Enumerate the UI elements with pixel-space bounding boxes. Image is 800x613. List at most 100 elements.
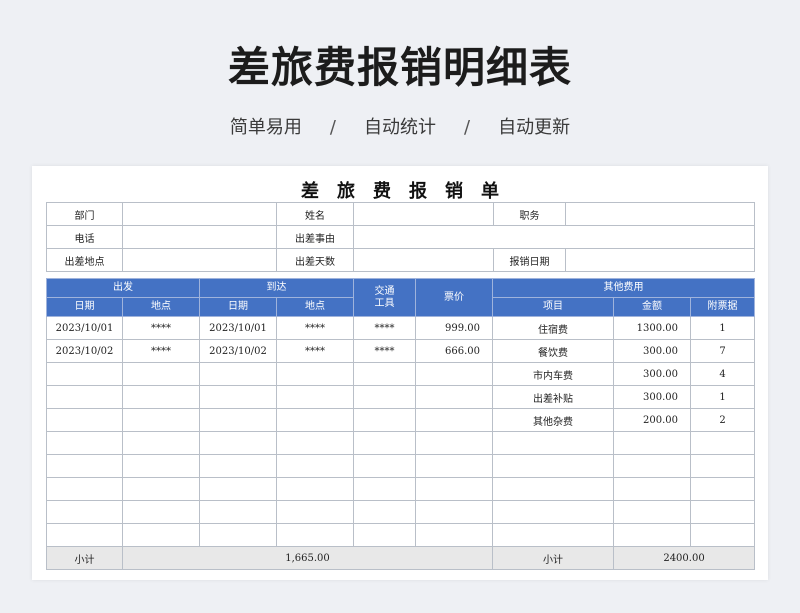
amount-cell[interactable] (613, 431, 691, 455)
arrive-place-cell[interactable] (276, 500, 354, 524)
arrive-date-cell[interactable] (199, 454, 277, 478)
transport-cell[interactable] (353, 523, 416, 547)
amount-cell[interactable]: 300.00 (613, 362, 691, 386)
arrive-date-cell[interactable] (199, 408, 277, 432)
arrive-date-cell[interactable] (199, 362, 277, 386)
arrive-date-cell[interactable] (199, 385, 277, 409)
depart-date-cell[interactable] (46, 385, 123, 409)
depart-place-cell[interactable] (122, 431, 200, 455)
reason-field[interactable] (353, 225, 755, 249)
fare-cell[interactable] (415, 385, 493, 409)
attachments-cell[interactable] (689, 523, 756, 547)
depart-date-cell[interactable] (46, 500, 123, 524)
item-cell[interactable] (492, 454, 614, 478)
transport-cell[interactable] (353, 408, 416, 432)
arrive-place-cell[interactable] (276, 408, 354, 432)
arrive-place-cell[interactable]: **** (276, 316, 354, 340)
arrive-date-cell[interactable] (199, 523, 277, 547)
arrive-date-cell[interactable] (199, 431, 277, 455)
attachments-cell[interactable] (689, 500, 756, 524)
depart-place-cell[interactable] (122, 385, 200, 409)
transport-cell[interactable] (353, 385, 416, 409)
arrive-place-cell[interactable] (276, 477, 354, 501)
amount-cell[interactable] (613, 454, 691, 478)
fare-cell[interactable] (415, 431, 493, 455)
item-cell[interactable] (492, 477, 614, 501)
depart-place-cell[interactable] (122, 477, 200, 501)
amount-cell[interactable]: 300.00 (613, 339, 691, 363)
amount-cell[interactable] (613, 523, 691, 547)
transport-cell[interactable] (353, 362, 416, 386)
arrive-date-cell[interactable] (199, 500, 277, 524)
item-cell[interactable] (492, 500, 614, 524)
attachments-cell[interactable]: 2 (689, 408, 756, 432)
department-field[interactable] (122, 202, 277, 226)
depart-date-cell[interactable]: 2023/10/02 (46, 339, 123, 363)
depart-date-cell[interactable]: 2023/10/01 (46, 316, 123, 340)
amount-cell[interactable]: 1300.00 (613, 316, 691, 340)
amount-cell[interactable] (613, 477, 691, 501)
transport-cell[interactable] (353, 477, 416, 501)
depart-date-cell[interactable] (46, 477, 123, 501)
fare-cell[interactable] (415, 523, 493, 547)
name-field[interactable] (353, 202, 494, 226)
item-cell[interactable] (492, 431, 614, 455)
arrive-date-cell[interactable]: 2023/10/01 (199, 316, 277, 340)
depart-place-cell[interactable]: **** (122, 339, 200, 363)
attachments-cell[interactable]: 4 (689, 362, 756, 386)
depart-date-cell[interactable] (46, 523, 123, 547)
days-field[interactable] (353, 248, 494, 272)
attachments-cell[interactable]: 1 (689, 316, 756, 340)
amount-cell[interactable]: 300.00 (613, 385, 691, 409)
arrive-place-cell[interactable] (276, 362, 354, 386)
transport-cell[interactable] (353, 454, 416, 478)
depart-date-cell[interactable] (46, 454, 123, 478)
fare-cell[interactable]: 999.00 (415, 316, 493, 340)
department-label: 部门 (46, 202, 123, 226)
attachments-cell[interactable] (689, 431, 756, 455)
fare-cell[interactable] (415, 362, 493, 386)
fare-cell[interactable]: 666.00 (415, 339, 493, 363)
depart-place-cell[interactable] (122, 500, 200, 524)
fare-cell[interactable] (415, 454, 493, 478)
arrive-place-cell[interactable] (276, 523, 354, 547)
depart-place-cell[interactable] (122, 523, 200, 547)
fare-cell[interactable] (415, 500, 493, 524)
transport-cell[interactable]: **** (353, 339, 416, 363)
depart-place-cell[interactable] (122, 454, 200, 478)
depart-place-cell[interactable]: **** (122, 316, 200, 340)
depart-date-cell[interactable] (46, 408, 123, 432)
transport-cell[interactable]: **** (353, 316, 416, 340)
fare-cell[interactable] (415, 408, 493, 432)
phone-field[interactable] (122, 225, 277, 249)
arrive-place-cell[interactable]: **** (276, 339, 354, 363)
fare-cell[interactable] (415, 477, 493, 501)
arrive-place-cell[interactable] (276, 454, 354, 478)
arrive-date-cell[interactable]: 2023/10/02 (199, 339, 277, 363)
attachments-cell[interactable]: 1 (689, 385, 756, 409)
item-cell[interactable]: 出差补贴 (492, 385, 614, 409)
amount-cell[interactable] (613, 500, 691, 524)
item-cell[interactable] (492, 523, 614, 547)
amount-cell[interactable]: 200.00 (613, 408, 691, 432)
item-cell[interactable]: 其他杂费 (492, 408, 614, 432)
form-title-char: 报 (409, 181, 427, 202)
arrive-place-cell[interactable] (276, 431, 354, 455)
transport-cell[interactable] (353, 431, 416, 455)
attachments-cell[interactable]: 7 (689, 339, 756, 363)
attachments-cell[interactable] (689, 477, 756, 501)
location-field[interactable] (122, 248, 277, 272)
item-cell[interactable]: 餐饮费 (492, 339, 614, 363)
depart-date-cell[interactable] (46, 431, 123, 455)
attachments-cell[interactable] (689, 454, 756, 478)
claim-date-field[interactable] (565, 248, 755, 272)
transport-cell[interactable] (353, 500, 416, 524)
depart-place-cell[interactable] (122, 408, 200, 432)
arrive-place-cell[interactable] (276, 385, 354, 409)
depart-date-cell[interactable] (46, 362, 123, 386)
item-cell[interactable]: 市内车费 (492, 362, 614, 386)
arrive-date-cell[interactable] (199, 477, 277, 501)
position-field[interactable] (565, 202, 755, 226)
item-cell[interactable]: 住宿费 (492, 316, 614, 340)
depart-place-cell[interactable] (122, 362, 200, 386)
